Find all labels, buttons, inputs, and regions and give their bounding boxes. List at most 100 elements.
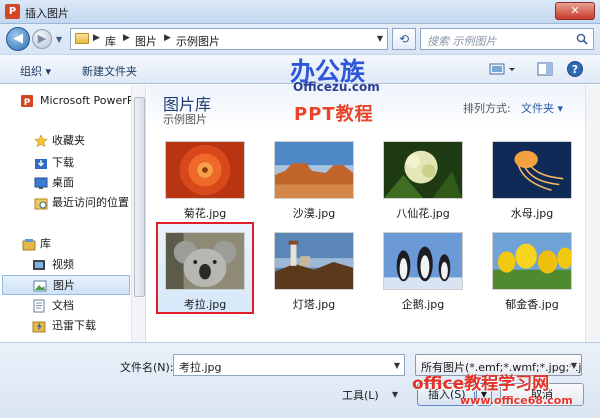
tools-button[interactable]: 工具(L) — [342, 387, 379, 403]
powerpoint-app-icon: P — [5, 4, 20, 19]
navigation-scrollbar[interactable] — [131, 85, 145, 342]
change-view-icon[interactable] — [488, 60, 518, 78]
filter-dropdown-icon[interactable]: ▼ — [570, 361, 577, 370]
desert-thumbnail — [274, 141, 354, 199]
folder-icon — [75, 33, 89, 44]
nav-item-label: 库 — [40, 237, 51, 250]
address-bar[interactable]: ▶ 库 ▶ 图片 ▶ 示例图片 ▼ — [70, 28, 388, 50]
file-name: 灯塔.jpg — [292, 298, 336, 311]
star-icon — [34, 134, 48, 148]
arrange-by-label: 排列方式: — [463, 102, 511, 115]
nav-item-videos[interactable]: 视频 — [0, 255, 140, 275]
jellyfish-thumbnail — [492, 141, 572, 199]
library-icon — [22, 239, 36, 251]
nav-item-powerpoint[interactable]: P Microsoft PowerPoint — [0, 91, 145, 111]
nav-item-favorites[interactable]: 收藏夹 — [0, 131, 140, 151]
refresh-button[interactable]: ⟲ — [392, 28, 416, 50]
nav-item-desktop[interactable]: 桌面 — [0, 173, 140, 193]
breadcrumb-separator-icon[interactable]: ▶ — [93, 33, 100, 43]
file-name: 水母.jpg — [510, 207, 554, 220]
content-scrollbar[interactable] — [585, 85, 600, 342]
help-icon[interactable]: ? — [566, 60, 584, 78]
nav-item-label: 迅雷下载 — [52, 319, 96, 332]
nav-item-thunder-download[interactable]: 迅雷下载 — [0, 316, 140, 336]
window-title: 插入图片 — [25, 7, 69, 20]
filename-dropdown-icon[interactable]: ▼ — [394, 361, 400, 370]
file-item[interactable]: 菊花.jpg — [156, 131, 254, 223]
nav-item-label: 视频 — [52, 258, 74, 271]
file-item[interactable]: 灯塔.jpg — [265, 222, 363, 314]
file-name: 沙漠.jpg — [292, 207, 336, 220]
file-name: 八仙花.jpg — [396, 207, 450, 220]
documents-icon — [33, 299, 45, 313]
file-item-selected[interactable]: 考拉.jpg — [156, 222, 254, 314]
download-folder-icon — [35, 159, 47, 169]
address-dropdown-icon[interactable]: ▼ — [377, 34, 383, 43]
breadcrumb-pictures[interactable]: 图片 — [135, 33, 157, 49]
filename-input[interactable]: 考拉.jpg ▼ — [173, 354, 405, 376]
nav-item-libraries[interactable]: 库 — [0, 234, 140, 254]
address-row: ◀ ▶ ▼ ▶ 库 ▶ 图片 ▶ 示例图片 ▼ ⟲ 搜索 示例图片 — [0, 24, 600, 54]
file-name: 考拉.jpg — [183, 298, 227, 311]
back-button[interactable]: ◀ — [6, 27, 30, 51]
video-icon — [33, 260, 45, 270]
breadcrumb-separator-icon[interactable]: ▶ — [123, 33, 130, 43]
search-field[interactable]: 搜索 示例图片 — [420, 28, 594, 50]
library-subtitle: 示例图片 — [163, 113, 207, 126]
recent-pages-dropdown-icon[interactable]: ▼ — [56, 35, 62, 44]
recent-places-icon — [34, 198, 48, 210]
nav-item-label: 桌面 — [52, 176, 74, 189]
svg-text:P: P — [24, 98, 31, 108]
close-button[interactable]: ✕ — [555, 2, 595, 20]
file-item[interactable]: 郁金香.jpg — [483, 222, 581, 314]
nav-item-pictures[interactable]: 图片 — [2, 275, 130, 295]
preview-pane-icon[interactable] — [536, 60, 554, 78]
nav-item-downloads[interactable]: 下载 — [0, 153, 140, 173]
file-item[interactable]: 水母.jpg — [483, 131, 581, 223]
chrysanthemum-thumbnail — [165, 141, 245, 199]
nav-item-label: 图片 — [53, 279, 75, 292]
desktop-icon — [34, 177, 48, 189]
forward-button[interactable]: ▶ — [32, 29, 52, 49]
file-item[interactable]: 企鹅.jpg — [374, 222, 472, 314]
file-name: 菊花.jpg — [183, 207, 227, 220]
file-name: 郁金香.jpg — [505, 298, 559, 311]
arrange-by-dropdown[interactable]: 文件夹 ▾ — [521, 100, 563, 116]
breadcrumb-separator-icon[interactable]: ▶ — [164, 33, 171, 43]
nav-item-documents[interactable]: 文档 — [0, 296, 140, 316]
pictures-icon — [33, 280, 47, 292]
tools-dropdown-icon[interactable]: ▼ — [392, 390, 398, 399]
thunder-download-icon — [32, 321, 46, 333]
nav-item-label: 文档 — [52, 299, 74, 312]
hydrangea-thumbnail — [383, 141, 463, 199]
tulips-thumbnail — [492, 232, 572, 290]
watermark-site-name: office教程学习网 — [412, 374, 550, 394]
nav-item-recent-places[interactable]: 最近访问的位置 — [0, 193, 140, 213]
scrollbar-thumb[interactable] — [134, 97, 145, 297]
filename-value: 考拉.jpg — [179, 361, 222, 374]
new-folder-button[interactable]: 新建文件夹 — [82, 63, 137, 79]
breadcrumb-sample-pictures[interactable]: 示例图片 — [176, 33, 220, 49]
filename-label: 文件名(N): — [120, 361, 174, 374]
watermark-site: Officezu.com — [293, 80, 380, 94]
koala-thumbnail — [165, 232, 245, 290]
watermark-url: www.office68.com — [460, 394, 573, 407]
powerpoint-icon: P — [21, 95, 33, 108]
organize-button[interactable]: 组织 ▾ — [20, 63, 51, 79]
search-input[interactable]: 搜索 示例图片 — [427, 33, 497, 49]
title-bar: P 插入图片 ✕ — [0, 0, 600, 24]
file-name: 企鹅.jpg — [401, 298, 445, 311]
navigation-pane: P Microsoft PowerPoint 收藏夹 下载 桌面 最近访问的位置… — [0, 85, 146, 342]
search-icon[interactable] — [576, 33, 588, 45]
watermark-ppt-tutorial: PPT教程 — [294, 104, 374, 125]
penguins-thumbnail — [383, 232, 463, 290]
lighthouse-thumbnail — [274, 232, 354, 290]
svg-text:?: ? — [572, 63, 578, 76]
nav-item-label: 收藏夹 — [52, 134, 85, 147]
file-item[interactable]: 沙漠.jpg — [265, 131, 363, 223]
file-item[interactable]: 八仙花.jpg — [374, 131, 472, 223]
breadcrumb-library[interactable]: 库 — [105, 33, 116, 49]
file-dialog-footer: 文件名(N): 考拉.jpg ▼ 所有图片(*.emf;*.wmf;*.jpg;… — [0, 342, 600, 418]
nav-item-label: 下载 — [52, 156, 74, 169]
nav-item-label: 最近访问的位置 — [52, 196, 129, 209]
